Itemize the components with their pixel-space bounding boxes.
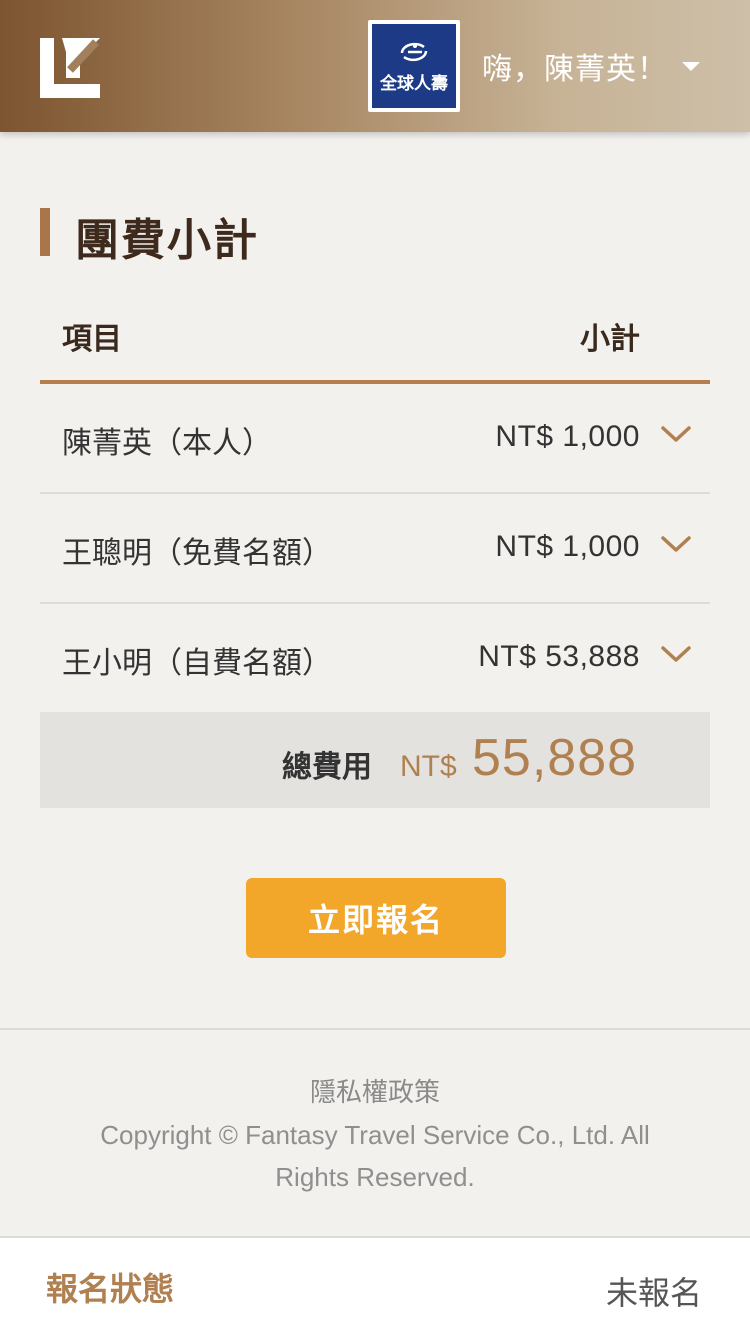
total-value: 55,888	[472, 729, 638, 787]
status-value: 未報名	[605, 1274, 702, 1312]
app-header: 全球人壽 嗨，陳菁英！	[0, 0, 750, 132]
total-label: 總費用	[282, 750, 372, 785]
chevron-down-icon[interactable]	[660, 534, 692, 554]
chevron-down-icon[interactable]	[660, 644, 692, 664]
fee-row[interactable]: 王聰明（免費名額） NT$ 1,000	[40, 494, 710, 604]
fee-row-name: 王小明（自費名額）	[62, 646, 332, 681]
user-menu-greeting[interactable]: 嗨，陳菁英！	[482, 44, 668, 88]
table-header: 項目 小計	[40, 300, 710, 384]
privacy-policy-link[interactable]: 隱私權政策	[0, 1072, 750, 1109]
caret-down-icon[interactable]	[682, 62, 700, 71]
status-label: 報名狀態	[46, 1270, 175, 1308]
column-header-subtotal: 小計	[580, 322, 640, 357]
globe-icon	[400, 42, 428, 61]
fee-row-amount: NT$ 1,000	[495, 420, 640, 453]
title-accent-bar	[40, 208, 50, 256]
fee-row-name: 王聰明（免費名額）	[62, 536, 332, 571]
brand-name: 全球人壽	[380, 73, 448, 94]
copyright-text: Copyright © Fantasy Travel Service Co., …	[100, 1120, 650, 1192]
total-currency: NT$	[400, 750, 457, 783]
chevron-down-icon[interactable]	[660, 424, 692, 444]
page-title: 團費小計	[75, 215, 259, 266]
fee-row[interactable]: 王小明（自費名額） NT$ 53,888	[40, 604, 710, 714]
footer-divider	[0, 1028, 750, 1030]
register-now-button[interactable]: 立即報名	[246, 878, 506, 958]
fee-row[interactable]: 陳菁英（本人） NT$ 1,000	[40, 384, 710, 494]
column-header-item: 項目	[62, 322, 122, 357]
total-summary: 總費用 NT$ 55,888	[40, 712, 710, 808]
fee-row-amount: NT$ 1,000	[495, 530, 640, 563]
home-logo-icon[interactable]	[40, 38, 100, 98]
brand-logo: 全球人壽	[368, 20, 460, 112]
fee-row-name: 陳菁英（本人）	[62, 426, 272, 461]
registration-status-bar: 報名狀態 未報名	[0, 1236, 750, 1334]
fee-row-amount: NT$ 53,888	[478, 640, 640, 673]
